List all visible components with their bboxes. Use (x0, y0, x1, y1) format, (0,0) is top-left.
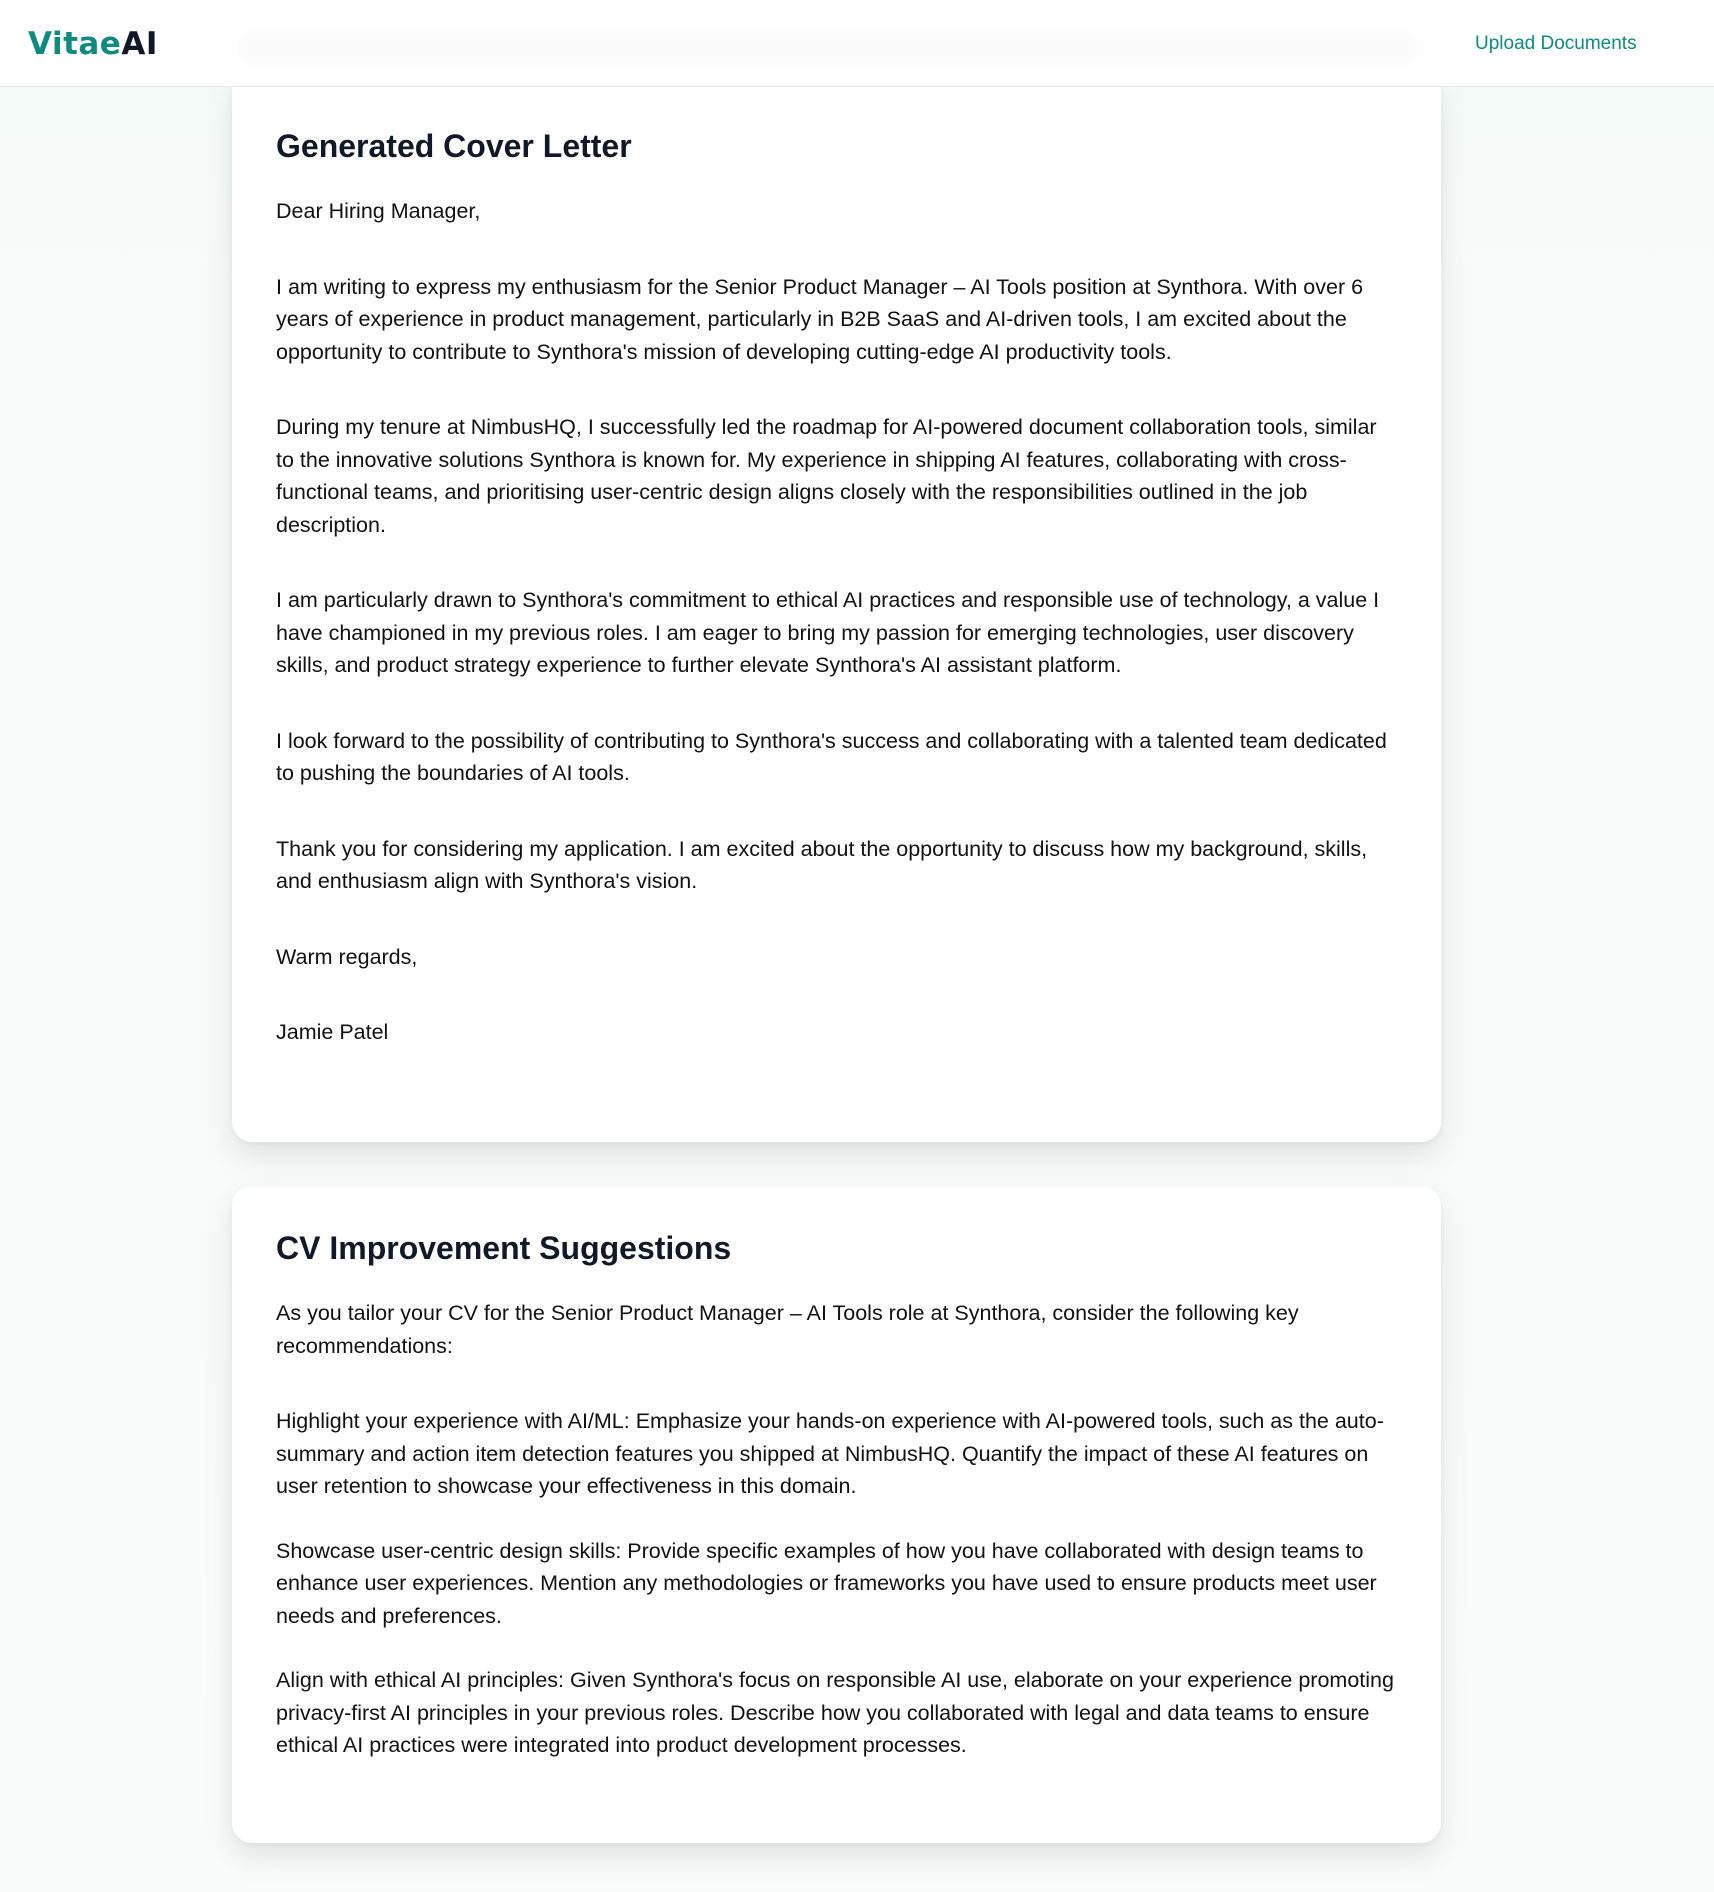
cover-letter-paragraph: I am particularly drawn to Synthora's co… (276, 588, 1380, 677)
cv-suggestion-item: Highlight your experience with AI/ML: Em… (276, 1409, 1384, 1498)
cover-letter-greeting: Dear Hiring Manager, (276, 199, 481, 223)
cover-letter-paragraph: During my tenure at NimbusHQ, I successf… (276, 415, 1377, 537)
cv-suggestions-title: CV Improvement Suggestions (276, 1230, 732, 1266)
cv-suggestions-list: Highlight your experience with AI/ML: Em… (276, 1405, 1397, 1762)
cv-suggestion-item: Showcase user-centric design skills: Pro… (276, 1538, 1377, 1628)
brand-logo-part-vitae: Vitae (28, 26, 122, 62)
cv-suggestions-card: CV Improvement Suggestions As you tailor… (232, 1186, 1441, 1843)
brand-logo[interactable]: VitaeAI (28, 24, 158, 64)
cover-letter-paragraph: Thank you for considering my application… (276, 836, 1368, 894)
cover-letter-closing: Warm regards, (276, 944, 418, 969)
brand-logo-part-ai: AI (121, 26, 158, 62)
cover-letter-paragraph: I look forward to the possibility of con… (276, 728, 1387, 786)
cv-suggestions-intro: As you tailor your CV for the Senior Pro… (276, 1301, 1299, 1358)
cover-letter-card: Generated Cover Letter Dear Hiring Manag… (232, 70, 1441, 1142)
header-shadow-decoration (240, 36, 1420, 60)
top-navigation-bar: VitaeAI Upload Documents (0, 0, 1714, 87)
cover-letter-signature: Jamie Patel (276, 1020, 389, 1044)
upload-documents-link[interactable]: Upload Documents (1475, 30, 1637, 58)
cover-letter-paragraph: I am writing to express my enthusiasm fo… (276, 274, 1364, 364)
cv-suggestion-item: Align with ethical AI principles: Given … (276, 1668, 1394, 1757)
